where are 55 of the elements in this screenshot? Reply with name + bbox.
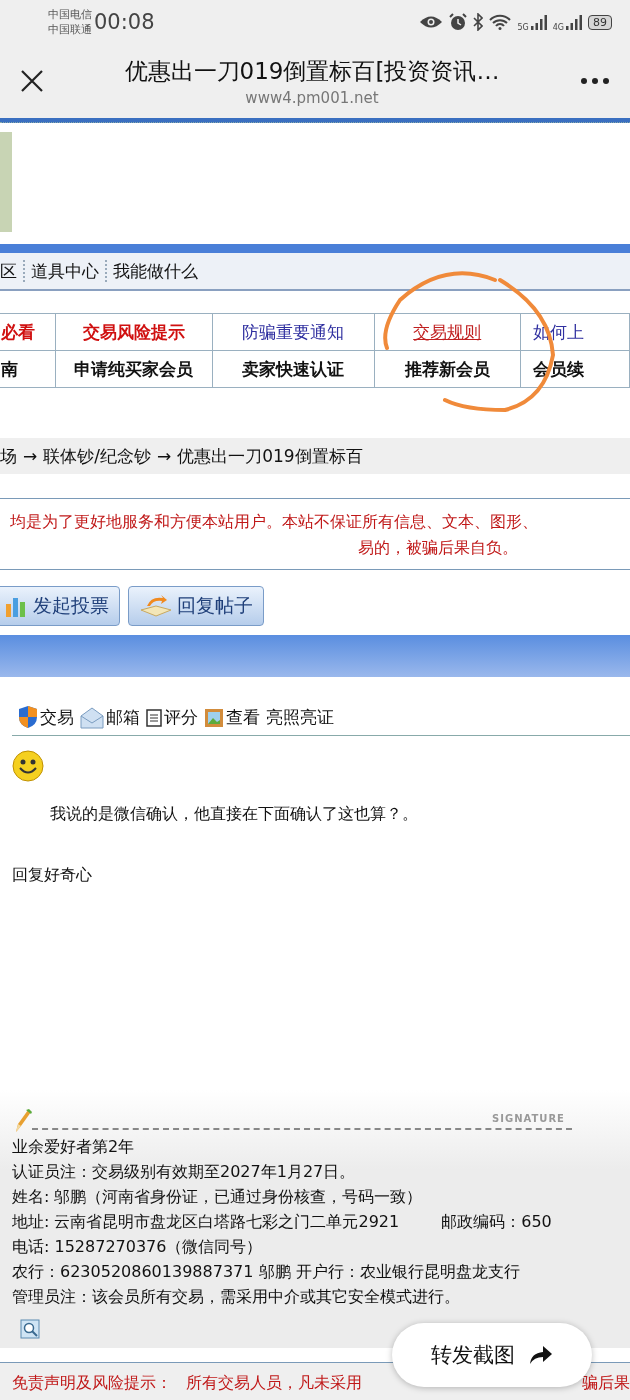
- network-type-label: 4G: [552, 22, 564, 32]
- signature-text: 邮政编码：650: [441, 1211, 552, 1233]
- table-link[interactable]: 南: [1, 358, 18, 379]
- action-button[interactable]: 发起投票: [0, 586, 120, 626]
- breadcrumb-separator: →: [157, 446, 172, 466]
- signature-label: SIGNATURE: [492, 1112, 565, 1126]
- breadcrumb-link[interactable]: 联体钞/纪念钞: [43, 444, 151, 468]
- network-type-label: 5G: [517, 22, 529, 32]
- battery-indicator: 89: [588, 14, 612, 30]
- wifi-icon: [489, 14, 512, 30]
- notice-text: 均是为了更好地服务和方便本站用户。本站不保证所有信息、文本、图形、: [9, 511, 539, 533]
- post-action-link[interactable]: 交易: [40, 705, 74, 729]
- disclaimer-label: 免责声明及风险提示：: [12, 1372, 172, 1394]
- notice-text: 易的，被骗后果自负。: [357, 537, 519, 559]
- page-url: www4.pm001.net: [245, 88, 379, 107]
- signature-text: 地址: 云南省昆明市盘龙区白塔路七彩之门二单元2921: [12, 1211, 400, 1233]
- close-icon[interactable]: [20, 69, 44, 93]
- breadcrumb-link[interactable]: 优惠出一刀019倒置标百: [177, 444, 363, 468]
- bluetooth-icon: [473, 13, 484, 31]
- picture-icon: [204, 707, 224, 728]
- signature-text: 认证员注：交易级别有效期至2027年1月27日。: [12, 1161, 356, 1183]
- breadcrumb-separator: →: [23, 446, 38, 466]
- disclaimer-text: 所有交易人员，凡未采用: [186, 1372, 362, 1394]
- action-button[interactable]: 回复帖子: [128, 586, 264, 626]
- page-title: 优惠出一刀019倒置标百[投资资讯…: [124, 56, 500, 86]
- carrier-name: 中国联通: [48, 22, 92, 37]
- breadcrumb-link[interactable]: 场: [0, 444, 17, 468]
- clock-time: 00:08: [94, 10, 155, 34]
- signature-text: 管理员注：该会员所有交易，需采用中介或其它安全模式进行。: [12, 1286, 460, 1308]
- alarm-clock-icon: [449, 13, 468, 31]
- signature-text: 姓名: 邬鹏（河南省身份证，已通过身份核查，号码一致）: [12, 1186, 423, 1208]
- signature-text: 业余爱好者第2年: [12, 1136, 135, 1158]
- envelope-icon: [80, 706, 104, 729]
- post-action-link[interactable]: 亮照亮证: [266, 706, 334, 729]
- note-icon: [146, 708, 162, 727]
- nav-link[interactable]: 我能做什么: [107, 259, 204, 283]
- signature-text: 农行：6230520860139887371 邬鹏 开户行：农业银行昆明盘龙支行: [12, 1261, 520, 1283]
- smiley-icon: [12, 750, 44, 782]
- carrier-name: 中国电信: [48, 7, 92, 22]
- eye-icon: [419, 15, 444, 29]
- nav-link[interactable]: 区: [0, 259, 23, 283]
- reply-text: 回复好奇心: [12, 865, 93, 886]
- post-action-link[interactable]: 查看: [226, 706, 260, 729]
- post-action-link[interactable]: 评分: [164, 706, 198, 729]
- share-arrow-icon: [529, 1345, 553, 1365]
- signal-bars-icon: [566, 14, 582, 30]
- shield-icon: [18, 705, 38, 729]
- signal-bars-icon: [530, 14, 547, 30]
- magnifier-icon[interactable]: [20, 1319, 40, 1339]
- book-arrow-icon: [139, 594, 173, 618]
- signature-text: 电话: 15287270376（微信同号）: [12, 1236, 263, 1258]
- post-action-link[interactable]: 邮箱: [106, 706, 140, 729]
- more-options-icon[interactable]: [580, 77, 610, 85]
- post-text: 我说的是微信确认，他直接在下面确认了这也算？。: [50, 804, 419, 825]
- nav-link[interactable]: 道具中心: [25, 259, 105, 283]
